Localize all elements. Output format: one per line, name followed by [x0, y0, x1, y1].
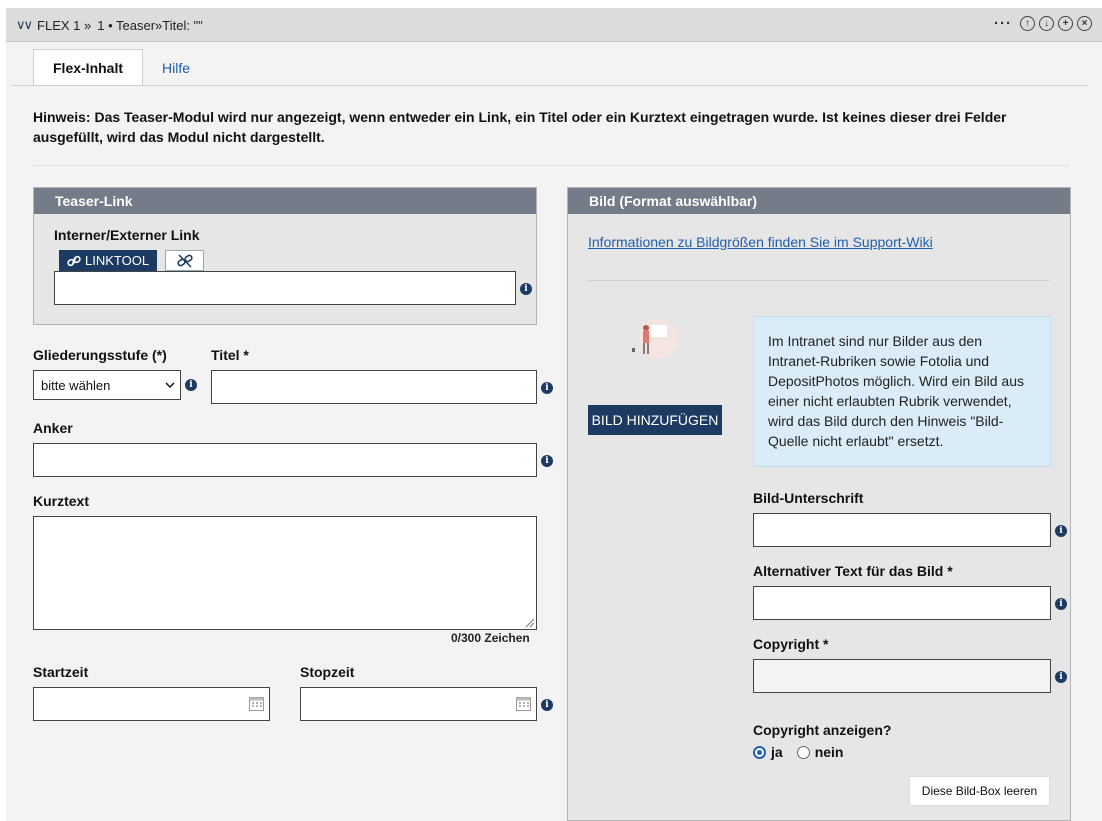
move-up-icon[interactable]: ↑	[1020, 16, 1035, 31]
teaser-link-box: Teaser-Link Interner/Externer Link LINKT…	[33, 187, 537, 325]
tab-bar: Flex-Inhalt Hilfe	[33, 49, 209, 86]
radio-no[interactable]	[796, 745, 810, 759]
radio-yes-label[interactable]: ja	[771, 744, 783, 760]
resize-grip-icon[interactable]	[523, 616, 535, 628]
gliederung-label: Gliederungsstufe (*)	[33, 347, 167, 363]
tab-divider	[12, 85, 1088, 86]
add-icon[interactable]: +	[1058, 16, 1073, 31]
info-icon[interactable]: i	[520, 283, 532, 295]
info-icon[interactable]: i	[541, 455, 553, 467]
show-copyright-label: Copyright anzeigen?	[753, 722, 892, 738]
module-header: ∨∨ FLEX 1 » 1 • Teaser»Titel: "" ··· ↑ ↓…	[6, 8, 1102, 42]
link-label: Interner/Externer Link	[54, 227, 200, 243]
radio-no-label[interactable]: nein	[815, 744, 844, 760]
intranet-notice: Im Intranet sind nur Bilder aus den Intr…	[753, 316, 1051, 467]
unlink-button[interactable]	[165, 250, 204, 271]
tab-flex-inhalt[interactable]: Flex-Inhalt	[33, 49, 144, 86]
char-counter: 0/300 Zeichen	[451, 631, 530, 645]
module-panel: Flex-Inhalt Hilfe Hinweis: Das Teaser-Mo…	[6, 42, 1102, 821]
stopzeit-input[interactable]	[300, 687, 537, 721]
close-icon[interactable]: ×	[1077, 16, 1092, 31]
copyright-input[interactable]	[753, 659, 1051, 693]
info-icon[interactable]: i	[541, 699, 553, 711]
kurztext-textarea[interactable]	[33, 516, 537, 630]
radio-yes[interactable]	[753, 745, 766, 759]
more-options-icon[interactable]: ···	[994, 16, 1012, 31]
collapse-chevron-icon[interactable]: ∨∨	[16, 17, 33, 33]
anker-input[interactable]	[33, 443, 537, 477]
info-icon[interactable]: i	[1055, 598, 1067, 610]
add-image-button[interactable]: BILD HINZUFÜGEN	[588, 405, 722, 435]
info-icon[interactable]: i	[185, 379, 197, 391]
calendar-icon[interactable]	[249, 696, 264, 711]
link-input[interactable]	[54, 271, 516, 305]
alt-text-label: Alternativer Text für das Bild *	[753, 563, 953, 579]
image-box-divider	[588, 280, 1050, 281]
caption-input[interactable]	[753, 513, 1051, 547]
titel-input[interactable]	[211, 370, 537, 404]
move-down-icon[interactable]: ↓	[1039, 16, 1054, 31]
caption-label: Bild-Unterschrift	[753, 490, 864, 506]
titel-label: Titel *	[211, 347, 249, 363]
chevron-down-icon	[165, 381, 175, 388]
copyright-label: Copyright *	[753, 636, 829, 652]
stopzeit-label: Stopzeit	[300, 664, 355, 680]
gliederung-select[interactable]: bitte wählen	[33, 370, 181, 400]
anker-label: Anker	[33, 420, 73, 436]
breadcrumb-item: 1 • Teaser»Titel: ""	[97, 17, 203, 33]
unlink-icon	[176, 253, 193, 268]
info-icon[interactable]: i	[1055, 671, 1067, 683]
hint-text: Hinweis: Das Teaser-Modul wird nur angez…	[33, 109, 1007, 145]
module-actions: ··· ↑ ↓ + ×	[994, 16, 1092, 31]
alt-text-input[interactable]	[753, 586, 1051, 620]
image-placeholder-icon	[632, 319, 678, 359]
breadcrumb: ∨∨ FLEX 1 » 1 • Teaser»Titel: ""	[16, 17, 203, 33]
calendar-icon[interactable]	[516, 696, 531, 711]
link-icon	[67, 255, 81, 266]
image-box-heading: Bild (Format auswählbar)	[568, 188, 1070, 214]
info-icon[interactable]: i	[1055, 525, 1067, 537]
startzeit-input[interactable]	[33, 687, 270, 721]
kurztext-label: Kurztext	[33, 493, 90, 509]
gliederung-value: bitte wählen	[41, 377, 111, 393]
image-box: Bild (Format auswählbar) Informationen z…	[567, 187, 1071, 821]
breadcrumb-prefix: FLEX 1 »	[37, 17, 92, 33]
startzeit-label: Startzeit	[33, 664, 89, 680]
linktool-button[interactable]: LINKTOOL	[59, 250, 158, 271]
show-copyright-radio-group: ja nein	[753, 744, 843, 760]
info-icon[interactable]: i	[541, 382, 553, 394]
tab-hilfe[interactable]: Hilfe	[143, 49, 209, 86]
teaser-link-heading: Teaser-Link	[34, 188, 536, 214]
support-wiki-link[interactable]: Informationen zu Bildgrößen finden Sie i…	[588, 234, 933, 250]
clear-image-box-button[interactable]: Diese Bild-Box leeren	[909, 776, 1050, 806]
linktool-label: LINKTOOL	[85, 253, 150, 268]
section-divider	[33, 165, 1069, 166]
